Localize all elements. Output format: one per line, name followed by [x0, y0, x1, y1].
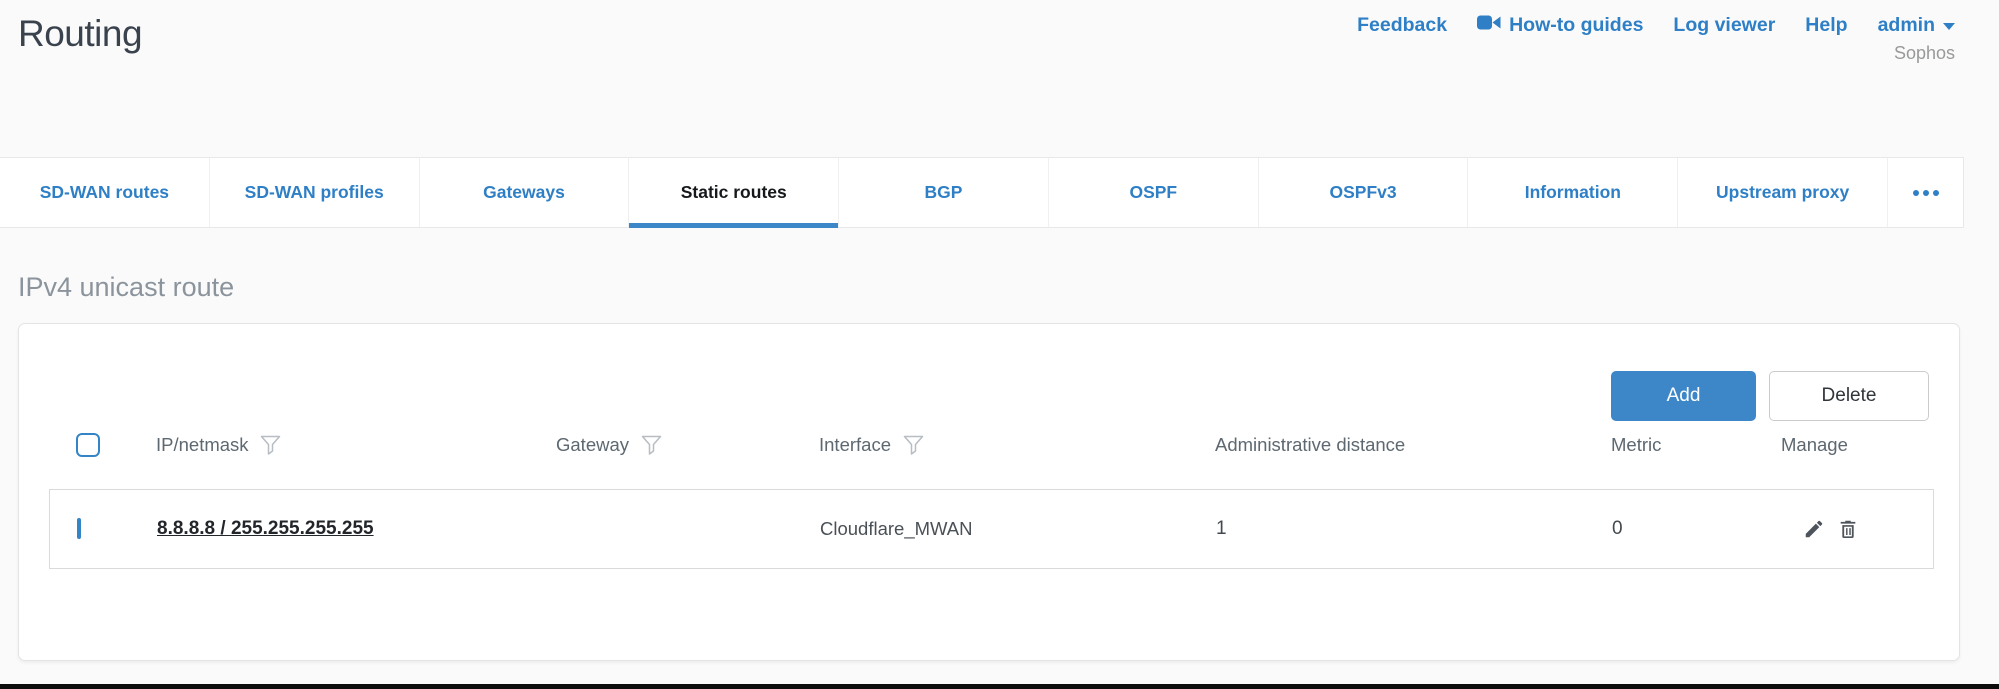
video-camera-icon	[1477, 14, 1501, 37]
row-checkbox-cell	[50, 520, 157, 538]
tab-label: SD-WAN routes	[40, 182, 169, 203]
table-row: 8.8.8.8 / 255.255.255.255 Cloudflare_MWA…	[49, 489, 1934, 569]
more-tabs-button[interactable]	[1887, 158, 1963, 227]
page-title: Routing	[18, 8, 142, 60]
edit-pencil-icon[interactable]	[1802, 517, 1826, 541]
filter-icon[interactable]	[901, 433, 925, 457]
interface-cell: Cloudflare_MWAN	[820, 518, 1216, 540]
table-header-row: IP/netmask Gateway Interface Administrat…	[49, 420, 1934, 470]
select-all-checkbox[interactable]	[76, 433, 100, 457]
feedback-link-label: Feedback	[1357, 14, 1447, 37]
delete-trash-icon[interactable]	[1836, 517, 1860, 541]
metric-cell: 0	[1612, 518, 1782, 540]
administrative-distance-cell: 1	[1216, 518, 1612, 540]
tab-upstream-proxy[interactable]: Upstream proxy	[1677, 158, 1887, 227]
tab-ospfv3[interactable]: OSPFv3	[1258, 158, 1468, 227]
how-to-guides-label: How-to guides	[1509, 14, 1643, 37]
ipv4-unicast-route-panel: Add Delete IP/netmask Gateway Interface …	[18, 323, 1960, 661]
tab-label: BGP	[925, 182, 963, 203]
column-header-manage: Manage	[1781, 434, 1934, 456]
routing-tab-bar: SD-WAN routes SD-WAN profiles Gateways S…	[0, 157, 1964, 228]
column-label: IP/netmask	[156, 434, 249, 456]
column-header-ip-netmask: IP/netmask	[156, 433, 556, 457]
tab-sd-wan-routes[interactable]: SD-WAN routes	[0, 158, 209, 227]
ip-netmask-cell: 8.8.8.8 / 255.255.255.255	[157, 518, 557, 540]
tab-static-routes[interactable]: Static routes	[628, 158, 838, 227]
tab-label: OSPF	[1129, 182, 1177, 203]
column-label: Manage	[1781, 434, 1848, 456]
delete-button[interactable]: Delete	[1769, 371, 1929, 421]
chevron-down-icon	[1943, 23, 1955, 30]
section-title: IPv4 unicast route	[18, 272, 234, 303]
admin-menu[interactable]: admin	[1878, 14, 1955, 37]
header-checkbox-cell	[49, 433, 156, 457]
ellipsis-icon	[1913, 190, 1939, 196]
admin-menu-label: admin	[1878, 14, 1935, 37]
help-link[interactable]: Help	[1805, 14, 1847, 37]
tab-label: Gateways	[483, 182, 565, 203]
page-header: Routing Feedback How-to guides Log viewe…	[0, 0, 1999, 157]
tab-label: SD-WAN profiles	[245, 182, 384, 203]
bottom-bar	[0, 684, 1999, 689]
column-header-metric: Metric	[1611, 434, 1781, 456]
column-label: Interface	[819, 434, 891, 456]
column-header-interface: Interface	[819, 433, 1215, 457]
tab-bgp[interactable]: BGP	[838, 158, 1048, 227]
column-label: Metric	[1611, 434, 1661, 456]
top-nav-wrap: Feedback How-to guides Log viewer Help a…	[1357, 8, 1955, 64]
feedback-link[interactable]: Feedback	[1357, 14, 1447, 37]
filter-icon[interactable]	[639, 433, 663, 457]
column-label: Administrative distance	[1215, 434, 1405, 456]
add-button[interactable]: Add	[1611, 371, 1756, 421]
top-nav: Feedback How-to guides Log viewer Help a…	[1357, 14, 1955, 37]
help-label: Help	[1805, 14, 1847, 37]
tab-information[interactable]: Information	[1467, 158, 1677, 227]
tab-label: Information	[1525, 182, 1621, 203]
tab-label: OSPFv3	[1330, 182, 1397, 203]
tab-ospf[interactable]: OSPF	[1048, 158, 1258, 227]
column-header-administrative-distance: Administrative distance	[1215, 434, 1611, 456]
log-viewer-link[interactable]: Log viewer	[1673, 14, 1775, 37]
ip-netmask-link[interactable]: 8.8.8.8 / 255.255.255.255	[157, 518, 374, 539]
tab-label: Static routes	[681, 182, 787, 203]
tab-sd-wan-profiles[interactable]: SD-WAN profiles	[209, 158, 419, 227]
column-label: Gateway	[556, 434, 629, 456]
how-to-guides-link[interactable]: How-to guides	[1477, 14, 1643, 37]
tab-gateways[interactable]: Gateways	[419, 158, 629, 227]
filter-icon[interactable]	[259, 433, 283, 457]
manage-cell	[1782, 517, 1933, 541]
brand-label: Sophos	[1894, 43, 1955, 64]
column-header-gateway: Gateway	[556, 433, 819, 457]
table-toolbar: Add Delete	[1611, 371, 1929, 421]
tab-label: Upstream proxy	[1716, 182, 1849, 203]
row-checkbox[interactable]	[77, 518, 81, 539]
log-viewer-label: Log viewer	[1673, 14, 1775, 37]
